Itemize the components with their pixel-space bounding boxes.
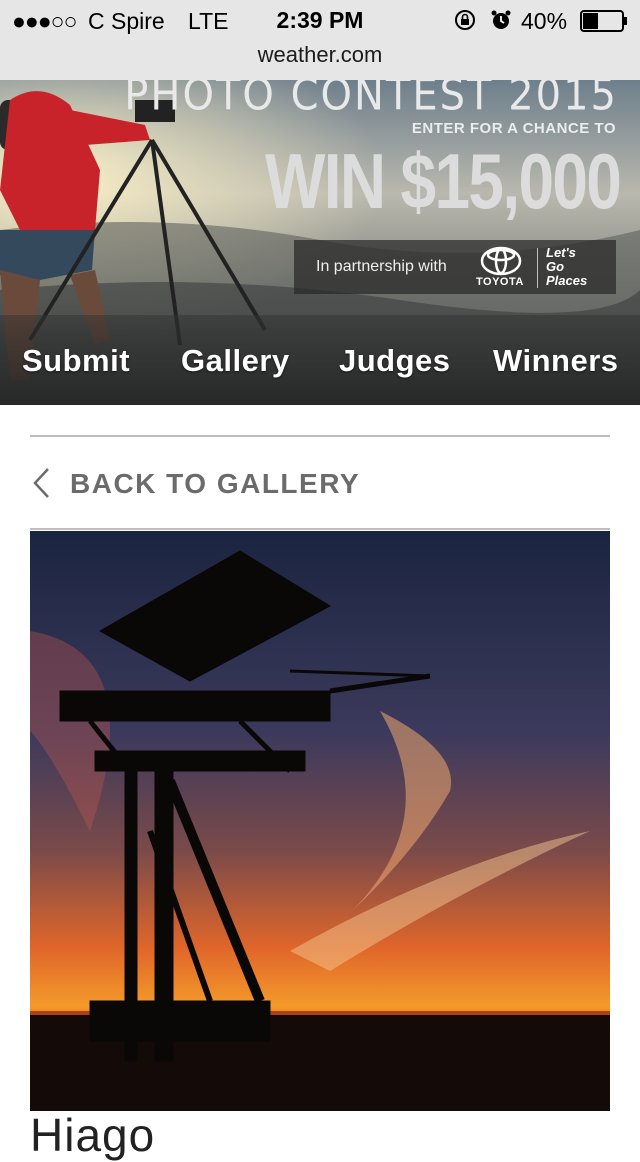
back-to-gallery-link[interactable]: BACK TO GALLERY (30, 460, 610, 506)
nav-judges[interactable]: Judges (339, 343, 451, 379)
brand-divider (537, 248, 538, 288)
photo-title: Hiago (30, 1109, 156, 1161)
sponsor-name: TOYOTA (476, 276, 524, 288)
rotation-lock-icon (455, 10, 475, 30)
partnership-text: In partnership with (316, 258, 447, 275)
battery-percent: 40% (521, 8, 568, 34)
partnership-box[interactable]: In partnership with TOYOTA Let's Go Plac… (294, 240, 616, 294)
status-bar: ●●●○○ C Spire LTE 2:39 PM 40% (0, 0, 640, 40)
sponsor-slogan: Let's Go Places (546, 246, 587, 288)
nav-submit[interactable]: Submit (22, 343, 130, 379)
browser-top-bar: ●●●○○ C Spire LTE 2:39 PM 40% weather.co… (0, 0, 640, 81)
slogan-line: Let's (546, 245, 576, 260)
sunset-platform-image (30, 531, 610, 1111)
prize-headline: WIN $15,000 (264, 137, 622, 225)
toyota-logo-icon (480, 246, 522, 276)
battery-icon (580, 10, 627, 32)
slogan-line: Go (546, 259, 565, 274)
divider (30, 528, 610, 530)
contest-nav: Submit Gallery Judges Winners (0, 315, 640, 405)
back-to-gallery-label: BACK TO GALLERY (70, 468, 361, 499)
nav-gallery[interactable]: Gallery (181, 343, 290, 379)
address-bar-url[interactable]: weather.com (0, 42, 640, 68)
chevron-left-icon (33, 468, 49, 498)
divider (30, 435, 610, 437)
alarm-icon (491, 10, 511, 29)
enter-chance-text: ENTER FOR A CHANCE TO (411, 120, 616, 137)
contest-photo[interactable] (30, 531, 610, 1111)
contest-banner[interactable]: PHOTO CONTEST 2015 ENTER FOR A CHANCE TO… (0, 80, 640, 405)
slogan-line: Places (546, 273, 588, 288)
contest-title: PHOTO CONTEST 2015 (124, 80, 618, 121)
nav-winners[interactable]: Winners (493, 343, 619, 379)
